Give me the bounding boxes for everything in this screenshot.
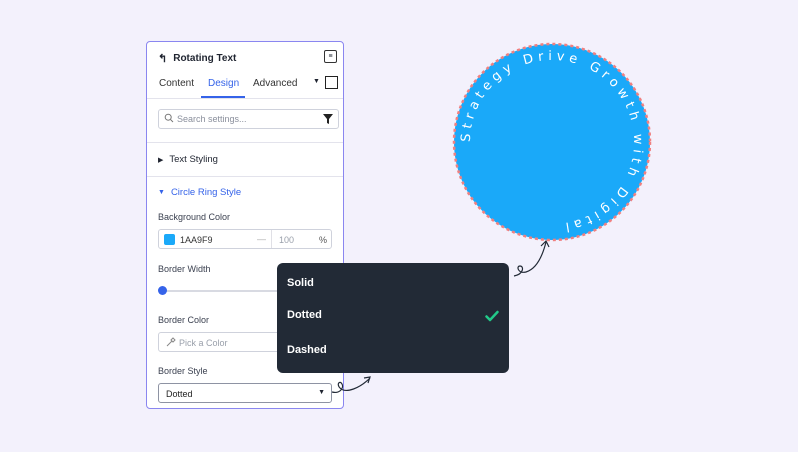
option-dashed[interactable]: Dashed [287, 344, 327, 356]
divider [271, 230, 272, 248]
layout-square-icon[interactable] [325, 76, 338, 89]
hex-value[interactable]: 1AA9F9 [180, 235, 213, 245]
caret-right-icon: ▶ [158, 156, 164, 164]
caret-down-icon: ▼ [158, 189, 165, 196]
divider [147, 142, 343, 143]
border-style-label: Border Style [158, 366, 208, 376]
option-solid[interactable]: Solid [287, 277, 314, 289]
back-arrow-icon[interactable]: ↰ [158, 52, 167, 65]
border-color-label: Border Color [158, 315, 210, 325]
section-label: Circle Ring Style [170, 187, 242, 198]
border-style-dropdown: Solid Dotted Dashed [277, 263, 509, 373]
tab-content[interactable]: Content [159, 78, 194, 89]
option-dotted[interactable]: Dotted [287, 309, 322, 321]
active-tab-indicator [201, 96, 245, 98]
tab-bar: Content Design Advanced ▼ [147, 72, 343, 99]
section-label: Text Styling [169, 154, 218, 165]
chevron-down-icon[interactable]: ▼ [313, 78, 320, 85]
background-color-field[interactable]: 1AA9F9 — 100 % [158, 229, 332, 249]
tab-design[interactable]: Design [208, 78, 239, 89]
search-icon [164, 113, 174, 123]
section-text-styling[interactable]: ▶ Text Styling [158, 154, 218, 165]
tab-advanced[interactable]: Advanced [253, 78, 297, 89]
search-input[interactable]: Search settings... [158, 109, 339, 129]
panel-menu-icon[interactable]: ≡ [324, 50, 337, 63]
chevron-down-icon: ▼ [318, 389, 325, 396]
ring-circle [452, 42, 652, 242]
curly-arrow-icon [513, 239, 550, 277]
slider-handle[interactable] [158, 286, 167, 295]
border-style-value: Dotted [166, 389, 193, 399]
border-width-slider[interactable] [163, 290, 283, 292]
panel-title: Rotating Text [173, 53, 237, 64]
color-swatch[interactable] [164, 234, 175, 245]
panel-header: ↰ Rotating Text [158, 52, 236, 65]
opacity-input[interactable]: 100 [279, 235, 294, 245]
opacity-unit: % [319, 235, 328, 245]
filter-icon[interactable] [323, 114, 333, 124]
curly-arrow-icon [331, 376, 371, 393]
background-color-label: Background Color [158, 212, 231, 222]
eyedropper-icon [166, 337, 176, 347]
divider [147, 176, 343, 177]
rotating-text-ring: Strategy Drive Growth with Digital [452, 42, 652, 242]
section-circle-ring-style[interactable]: ▼ Circle Ring Style [158, 187, 241, 198]
border-width-label: Border Width [158, 264, 211, 274]
search-placeholder: Search settings... [177, 114, 247, 124]
check-icon [485, 310, 499, 322]
dash-separator: — [257, 234, 266, 244]
pick-color-placeholder: Pick a Color [179, 338, 228, 348]
border-style-select[interactable]: Dotted ▼ [158, 383, 332, 403]
